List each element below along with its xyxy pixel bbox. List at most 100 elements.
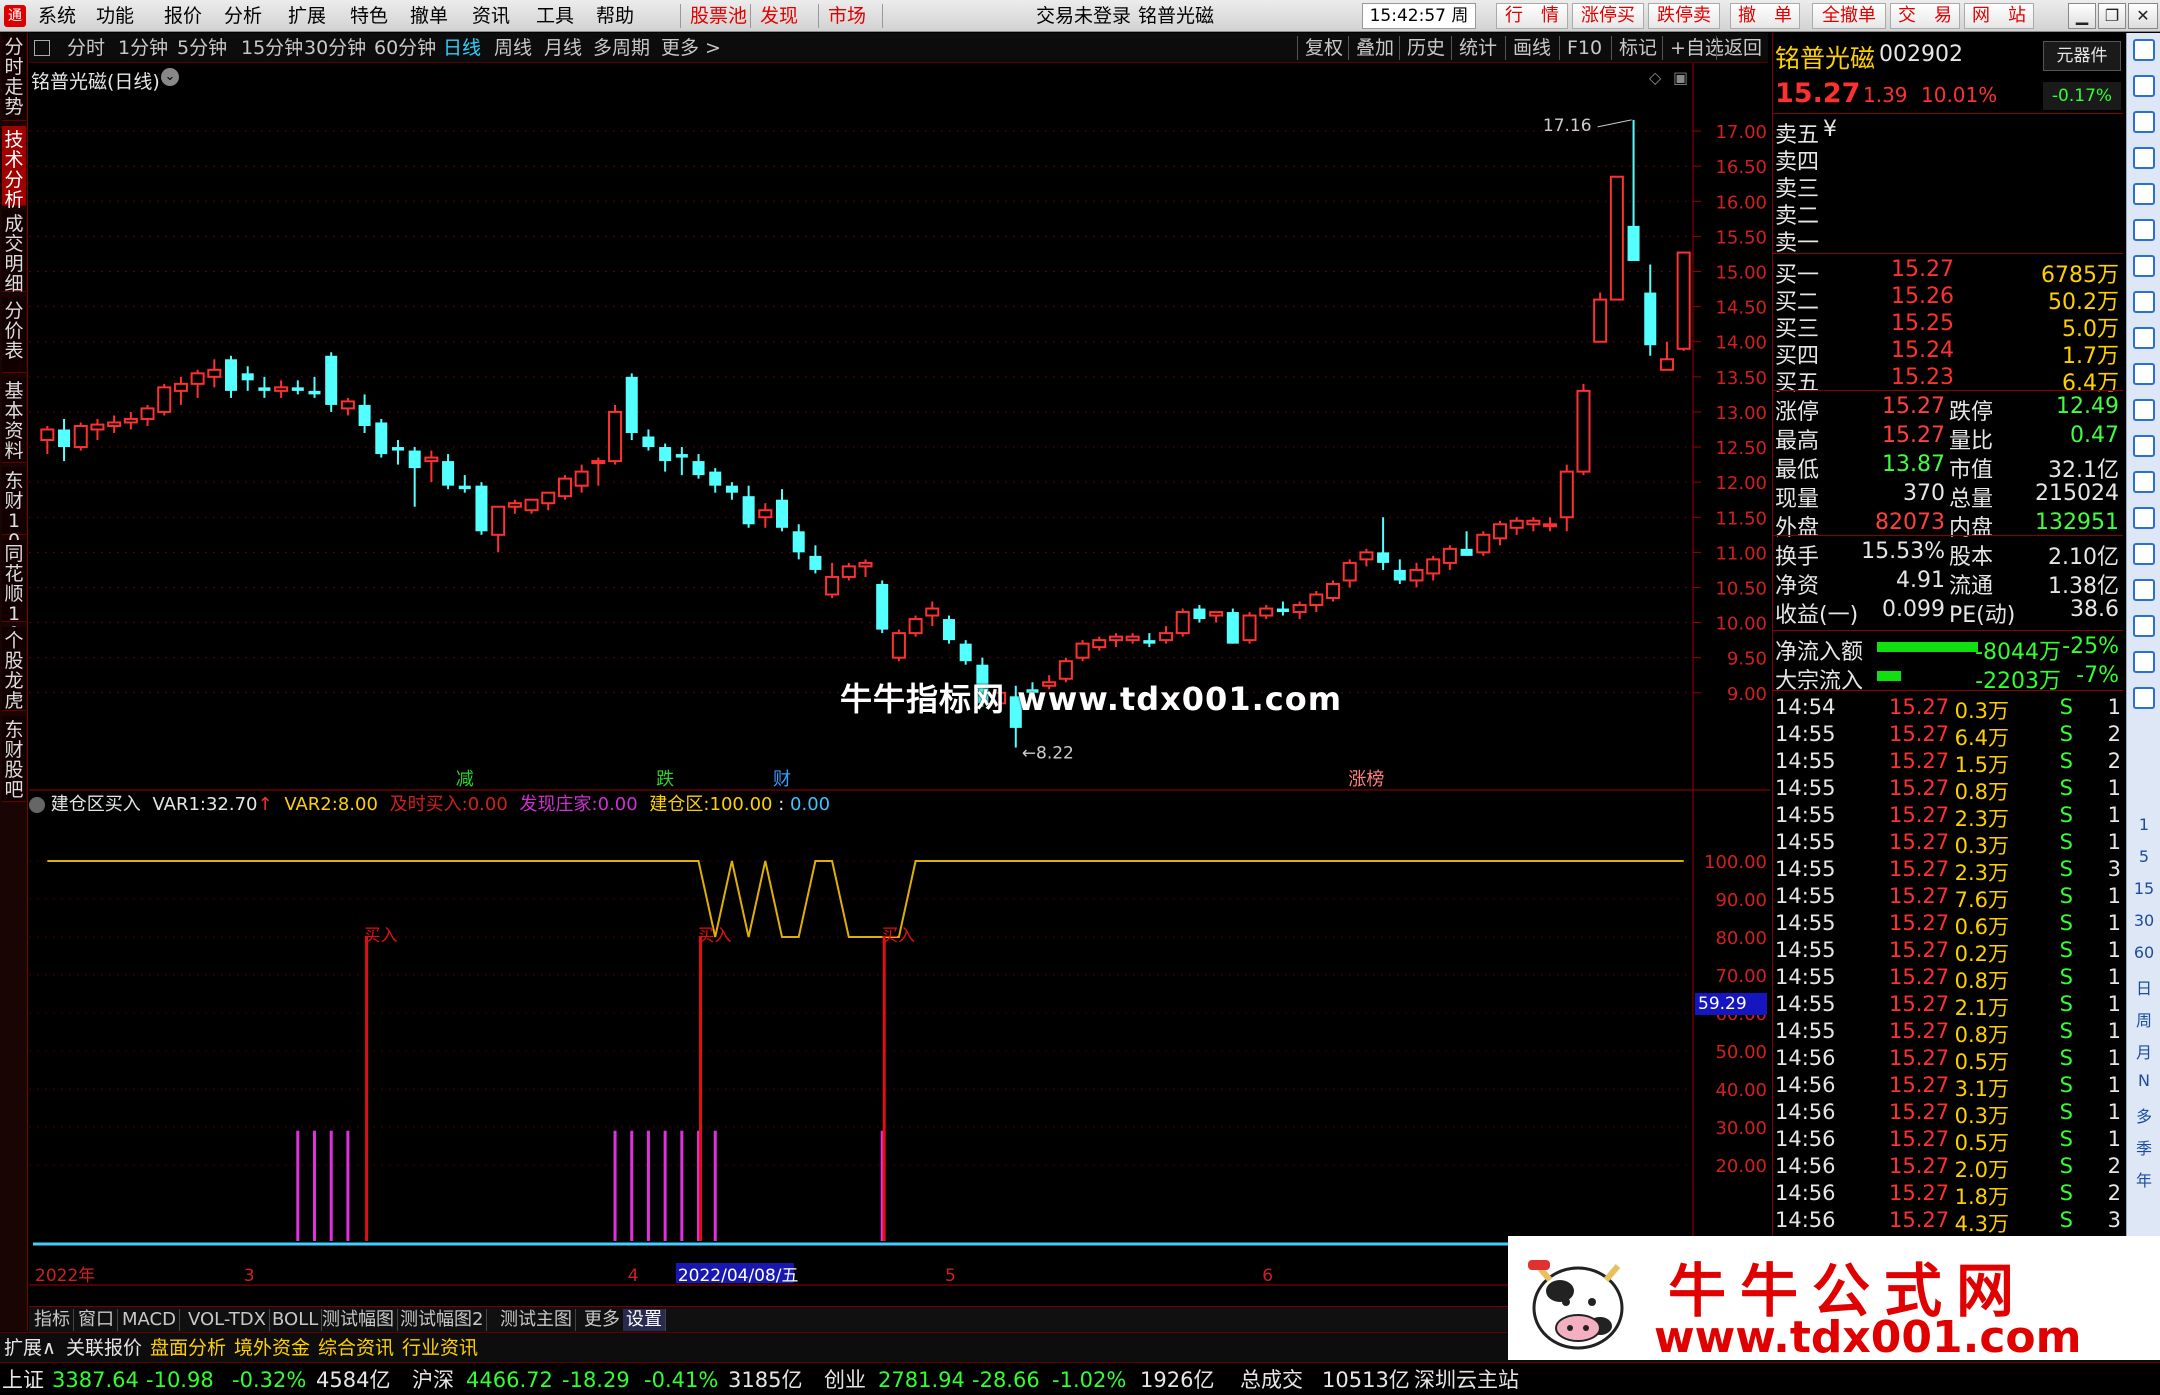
indicator-tab[interactable]: MACD (119, 1309, 180, 1331)
candle-icon[interactable] (2133, 255, 2155, 277)
left-tab[interactable]: 分价表 (2, 297, 26, 373)
period-shortcut[interactable]: N (2127, 1071, 2160, 1090)
left-tab[interactable]: 基本资料 (2, 377, 26, 463)
rsi-icon[interactable] (2133, 507, 2155, 529)
indicator-tab[interactable]: 窗口 (75, 1309, 118, 1331)
indicator-tab[interactable]: VOL-TDX (185, 1309, 270, 1331)
window-icon[interactable]: ▣ (1673, 68, 1688, 87)
status-tab[interactable]: 行业资讯 (402, 1336, 478, 1360)
period-shortcut[interactable]: 月 (2127, 1039, 2160, 1063)
indicator-tab[interactable]: 测试主图 (497, 1309, 576, 1331)
menu-item[interactable]: 撤单 (410, 4, 448, 28)
report-icon[interactable] (2133, 291, 2155, 313)
chart-tool-button[interactable]: F10 (1567, 36, 1602, 60)
up-icon[interactable] (2133, 75, 2155, 97)
period-tab[interactable]: 日线 (443, 36, 481, 60)
indicator-tab[interactable]: BOLL (269, 1309, 323, 1331)
period-shortcut[interactable]: 1 (2127, 815, 2160, 834)
menu-item[interactable]: 特色 (350, 4, 388, 28)
buy-level-row[interactable]: 买五 15.23 6.4万 (1773, 365, 2123, 396)
status-tab[interactable]: 境外资金 (234, 1336, 310, 1360)
event-marker[interactable]: 跌 (656, 769, 674, 790)
quick-button[interactable]: 行 情 (1496, 3, 1568, 29)
status-tab[interactable]: 扩展∧ (4, 1336, 56, 1360)
period-shortcut[interactable]: 周 (2127, 1007, 2160, 1031)
indicator-tab[interactable]: 测试幅图 (319, 1309, 398, 1331)
list-icon[interactable] (2133, 147, 2155, 169)
indicator-tab[interactable]: 指标 (31, 1309, 74, 1331)
stack-icon[interactable] (2133, 363, 2155, 385)
chart-tool-button[interactable]: 叠加 (1356, 36, 1394, 60)
buy-level-row[interactable]: 买三 15.25 5.0万 (1773, 311, 2123, 342)
period-tab[interactable]: 5分钟 (177, 36, 227, 60)
period-tab[interactable]: 分时 (67, 36, 105, 60)
quick-button[interactable]: 撤 单 (1730, 3, 1800, 29)
left-tab[interactable]: 个股龙虎 (2, 627, 26, 711)
indicator-tab[interactable]: 测试幅图2 (397, 1309, 488, 1331)
period-shortcut[interactable]: 60 (2127, 943, 2160, 962)
chart-tool-button[interactable]: 历史 (1407, 36, 1445, 60)
grid-icon[interactable] (2133, 183, 2155, 205)
left-tab[interactable]: 同花顺10 (2, 540, 26, 644)
chart-tool-button[interactable]: 复权 (1305, 36, 1343, 60)
quick-button[interactable]: 网 站 (1964, 3, 2034, 29)
menu-item[interactable]: 帮助 (596, 4, 634, 28)
status-tab[interactable]: 盘面分析 (150, 1336, 226, 1360)
left-tab[interactable]: 东财10 (2, 467, 26, 551)
indicator-name[interactable]: 建仓区买入 (51, 794, 141, 815)
close-icon[interactable]: ✕ (2128, 3, 2158, 29)
quick-button[interactable]: 全撤单 (1812, 3, 1886, 29)
chart-tool-button[interactable]: 统计 (1459, 36, 1497, 60)
chart-tool-button[interactable]: 标记 (1619, 36, 1657, 60)
event-marker[interactable]: 减 (456, 769, 474, 790)
clock-icon[interactable] (2133, 471, 2155, 493)
sell-level-row[interactable]: 卖四 (1773, 144, 2123, 175)
chart-tool-button[interactable]: 画线 (1513, 36, 1551, 60)
menu-item[interactable]: 工具 (536, 4, 574, 28)
menu-item[interactable]: 报价 (164, 4, 202, 28)
period-shortcut[interactable]: 30 (2127, 911, 2160, 930)
left-tab[interactable]: 东财股吧 (2, 716, 26, 802)
diamond-icon[interactable]: ◇ (1649, 68, 1661, 87)
quick-button[interactable]: 交 易 (1890, 3, 1960, 29)
menu-item-red[interactable]: 发现 (760, 4, 798, 28)
period-shortcut[interactable]: 日 (2127, 975, 2160, 999)
menu-item[interactable]: 资讯 (472, 4, 510, 28)
indicator-tab[interactable]: 设置 (623, 1309, 666, 1331)
period-tab[interactable]: 多周期 (593, 36, 650, 60)
left-tab[interactable]: 成交明细 (2, 210, 26, 294)
chevron-down-icon[interactable] (29, 797, 45, 813)
status-tab[interactable]: 综合资讯 (318, 1336, 394, 1360)
buy-level-row[interactable]: 买二 15.26 50.2万 (1773, 284, 2123, 315)
event-marker[interactable]: 财 (773, 769, 791, 790)
menu-item[interactable]: 分析 (224, 4, 262, 28)
period-shortcut[interactable]: 季 (2127, 1135, 2160, 1159)
event-marker[interactable]: 涨榜 (1348, 769, 1384, 790)
sell-level-row[interactable]: 卖二 (1773, 198, 2123, 229)
period-tab[interactable]: 15分钟 (241, 36, 303, 60)
sell-level-row[interactable]: 卖一 (1773, 225, 2123, 256)
up-arrow-icon[interactable] (2133, 39, 2155, 61)
menu-item[interactable]: 功能 (96, 4, 134, 28)
component-button[interactable]: 元器件 (2043, 41, 2121, 71)
period-shortcut[interactable]: 5 (2127, 847, 2160, 866)
status-tab[interactable]: 关联报价 (66, 1336, 142, 1360)
period-shortcut[interactable]: 15 (2127, 879, 2160, 898)
s-icon[interactable] (2133, 651, 2155, 673)
left-tab[interactable]: 技术分析 (2, 126, 26, 210)
pencil-icon[interactable] (2133, 615, 2155, 637)
menu-item[interactable]: 系统 (38, 4, 76, 28)
period-tab[interactable]: 月线 (544, 36, 582, 60)
period-shortcut[interactable]: 多 (2127, 1103, 2160, 1127)
menu-item-red[interactable]: 股票池 (690, 4, 747, 28)
move-icon[interactable] (2133, 579, 2155, 601)
buy-level-row[interactable]: 买四 15.24 1.7万 (1773, 338, 2123, 369)
chart-tool-button[interactable]: 返回 (1724, 36, 1762, 60)
restore-icon[interactable]: ❐ (2098, 3, 2126, 29)
calendar-icon[interactable] (2133, 399, 2155, 421)
minimize-icon[interactable]: ▁ (2068, 3, 2096, 29)
layout-toggle-icon[interactable] (34, 40, 50, 56)
period-tab[interactable]: 周线 (494, 36, 532, 60)
period-tab[interactable]: 1分钟 (118, 36, 168, 60)
period-tab[interactable]: 30分钟 (304, 36, 366, 60)
